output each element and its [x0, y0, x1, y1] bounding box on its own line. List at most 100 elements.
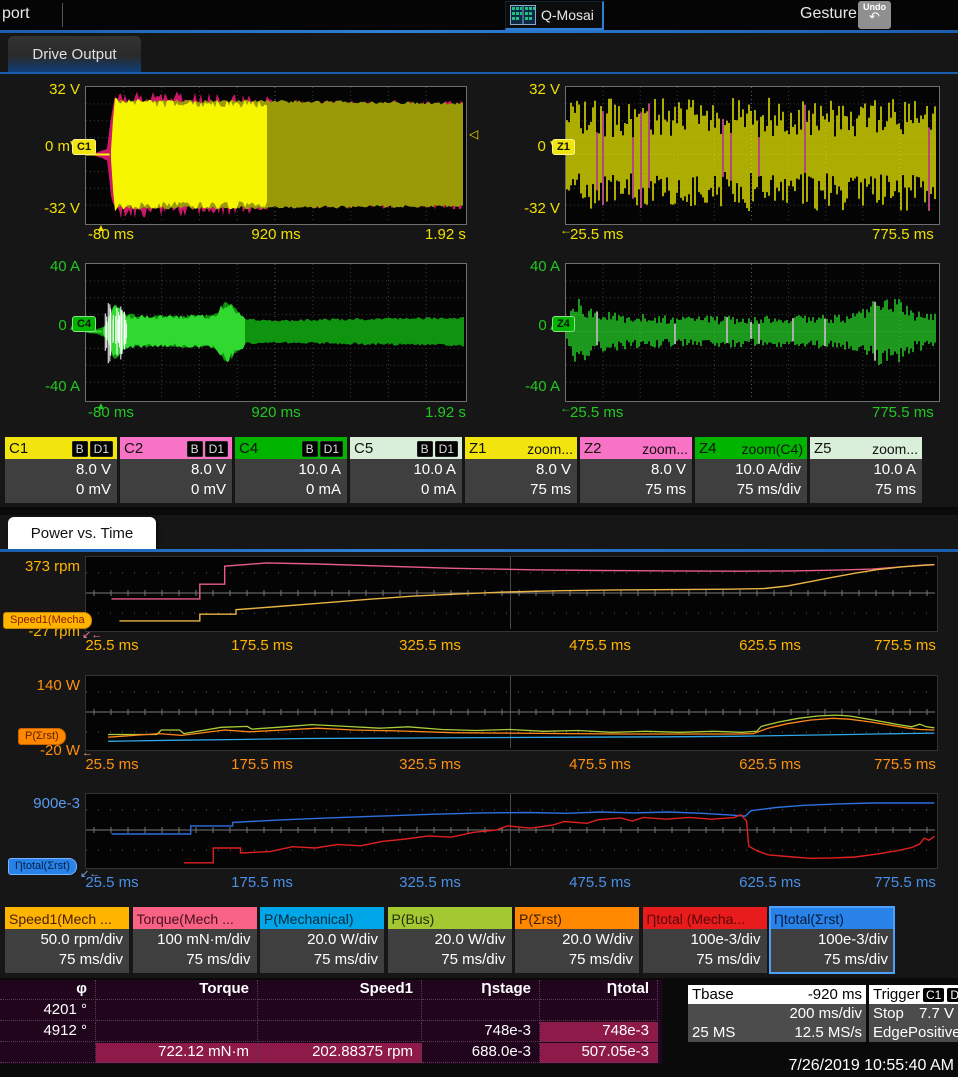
- timebase-box[interactable]: Tbase -920 ms 200 ms/div 25 MS 12.5 MS/s: [688, 985, 866, 1042]
- waveform-plot-c1-voltage[interactable]: [85, 86, 467, 225]
- x-label: 775.5 ms: [874, 874, 936, 891]
- measure-box-1[interactable]: Torque(Mech ... 100 mN·m/div75 ms/div: [133, 907, 257, 973]
- measure-scale: 100e-3/div: [645, 930, 761, 950]
- measure-timebase: 75 ms/div: [390, 950, 506, 970]
- x-label: 175.5 ms: [231, 637, 293, 654]
- undo-button[interactable]: Undo ↶: [858, 1, 891, 29]
- measure-timebase: 75 ms/div: [135, 950, 251, 970]
- channel-box-z5[interactable]: Z5zoom...10.0 A75 ms: [810, 437, 922, 503]
- trigger-coupling-badge: DC: [947, 988, 958, 1002]
- channel-box-c5[interactable]: C5BD110.0 A0 mA: [350, 437, 462, 503]
- channel-box-c2[interactable]: C2BD18.0 V0 mV: [120, 437, 232, 503]
- measure-label: Torque(Mech ...: [137, 911, 234, 927]
- measure-box-3[interactable]: P(Bus)20.0 W/div75 ms/div: [388, 907, 512, 973]
- table-cell: [258, 1001, 422, 1021]
- measure-box-6[interactable]: Ƞtotal(Σrst)100e-3/div75 ms/div: [770, 907, 894, 973]
- measure-box-4[interactable]: P(Σrst)20.0 W/div75 ms/div: [515, 907, 639, 973]
- menu-item-clipped[interactable]: port: [2, 5, 30, 23]
- channel-box-z2[interactable]: Z2zoom...8.0 V75 ms: [580, 437, 692, 503]
- trace-badge-speed1[interactable]: Speed1(Mecha: [3, 612, 92, 629]
- channel-descriptor-row: C1BD18.0 V0 mVC2BD18.0 V0 mVC4BD110.0 A0…: [0, 437, 958, 503]
- trigger-source-badge: C1: [923, 988, 944, 1002]
- x-label: 625.5 ms: [739, 637, 801, 654]
- channel-box-header: C5BD1: [350, 437, 462, 459]
- measure-box-5[interactable]: Ƞtotal (Mecha...100e-3/div75 ms/div: [643, 907, 767, 973]
- measure-scale: 100 mN·m/div: [135, 930, 251, 950]
- analysis-plot-speed[interactable]: [85, 556, 938, 632]
- y-label: -40 A: [505, 378, 560, 395]
- badge-b: B: [187, 441, 203, 457]
- measure-label: P(Σrst): [519, 911, 562, 927]
- channel-offset: 0 mV: [122, 480, 226, 500]
- status-section: φTorqueSpeed1ȠstageȠtotal4201 °4912 °748…: [0, 978, 958, 1077]
- trace-badge-p-sigma-rst[interactable]: P(Σrst): [18, 728, 66, 745]
- measure-scale: 20.0 W/div: [262, 930, 378, 950]
- badge-b: B: [72, 441, 88, 457]
- oscilloscope-app: port Q-Mosai Gesture Undo ↶: [0, 0, 958, 1077]
- tab-power-vs-time[interactable]: Power vs. Time: [8, 517, 156, 550]
- channel-box-z1[interactable]: Z1zoom...8.0 V75 ms: [465, 437, 577, 503]
- channel-badges: BD1: [70, 440, 113, 457]
- waveform-plot-z4-zoom-current[interactable]: [565, 263, 940, 402]
- y-label: 140 W: [10, 677, 80, 694]
- trigger-level-marker[interactable]: ◁: [469, 127, 478, 141]
- measure-timebase: 75 ms/div: [645, 950, 761, 970]
- channel-offset: 75 ms: [812, 480, 916, 500]
- table-row[interactable]: 4912 °748e-3748e-3: [0, 1022, 662, 1042]
- channel-scale: 8.0 V: [467, 460, 571, 480]
- measure-box-header: P(Mechanical): [260, 907, 384, 929]
- table-header-4: Ƞstage: [422, 980, 540, 1000]
- table-cell: [96, 1022, 258, 1042]
- channel-indicator-c1[interactable]: C1: [72, 139, 96, 155]
- measure-box-0[interactable]: Speed1(Mech ...50.0 rpm/div75 ms/div: [5, 907, 129, 973]
- x-label: 920 ms: [251, 226, 300, 243]
- measure-label: Speed1(Mech ...: [9, 911, 112, 927]
- trace-badge-eta-total[interactable]: Ƞtotal(Σrst): [8, 858, 77, 875]
- x-label: 25.5 ms: [85, 756, 138, 773]
- trigger-box[interactable]: Trigger C1 DC Stop 7.7 V Edge Positive: [869, 985, 958, 1042]
- trigger-position-marker[interactable]: ▲: [96, 401, 106, 412]
- x-label: 775.5 ms: [874, 756, 936, 773]
- trigger-type: Edge: [873, 1024, 908, 1041]
- waveform-plot-z1-zoom-voltage[interactable]: [565, 86, 940, 225]
- badge-b: B: [302, 441, 318, 457]
- table-header-3: Speed1: [258, 980, 422, 1000]
- table-row[interactable]: 722.12 mN·m202.88375 rpm688.0e-3507.05e-…: [0, 1043, 662, 1063]
- qmosaic-button[interactable]: Q-Mosai: [505, 1, 604, 30]
- channel-scale: 10.0 A: [352, 460, 456, 480]
- analysis-plot-efficiency[interactable]: [85, 793, 938, 869]
- measurement-table: φTorqueSpeed1ȠstageȠtotal4201 °4912 °748…: [0, 980, 662, 1064]
- x-axis-labels: 25.5 ms175.5 ms325.5 ms475.5 ms625.5 ms7…: [0, 756, 958, 774]
- gesture-label: Gesture: [800, 5, 857, 23]
- table-row[interactable]: 4201 °: [0, 1001, 662, 1021]
- tab-underline: [0, 549, 958, 552]
- drive-output-panel: Drive Output 32 V 0 mV -32 V C1 ◁ 32 V 0…: [0, 33, 958, 507]
- x-label: 25.5 ms: [570, 226, 623, 243]
- measure-label: P(Bus): [392, 911, 435, 927]
- channel-box-c1[interactable]: C1BD18.0 V0 mV: [5, 437, 117, 503]
- tbase-rate: 12.5 MS/s: [794, 1024, 862, 1041]
- y-label: 900e-3: [10, 795, 80, 812]
- zoom-indicator-z1[interactable]: Z1: [552, 139, 575, 155]
- trigger-level: 7.7 V: [919, 1005, 954, 1022]
- channel-indicator-c4[interactable]: C4: [72, 316, 96, 332]
- channel-box-header: Z5zoom...: [810, 437, 922, 459]
- measure-box-header: Ƞtotal (Mecha...: [643, 907, 767, 929]
- channel-scale: 10.0 A: [237, 460, 341, 480]
- measure-box-2[interactable]: P(Mechanical)20.0 W/div75 ms/div: [260, 907, 384, 973]
- y-label: 40 A: [25, 258, 80, 275]
- waveform-plot-c4-current[interactable]: [85, 263, 467, 402]
- channel-box-header: C1BD1: [5, 437, 117, 459]
- channel-box-z4[interactable]: Z4zoom(C4)10.0 A/div75 ms/div: [695, 437, 807, 503]
- measure-box-values: 100e-3/div75 ms/div: [643, 929, 767, 973]
- trigger-position-marker[interactable]: ▲: [96, 223, 106, 234]
- x-label: 325.5 ms: [399, 637, 461, 654]
- table-cell: 748e-3: [422, 1022, 540, 1042]
- tab-drive-output[interactable]: Drive Output: [8, 36, 141, 72]
- table-cell: 4201 °: [0, 1001, 96, 1021]
- table-cell: 4912 °: [0, 1022, 96, 1042]
- tbase-samples: 25 MS: [692, 1024, 735, 1041]
- zoom-indicator-z4[interactable]: Z4: [552, 316, 575, 332]
- analysis-plot-power[interactable]: [85, 675, 938, 751]
- channel-box-c4[interactable]: C4BD110.0 A0 mA: [235, 437, 347, 503]
